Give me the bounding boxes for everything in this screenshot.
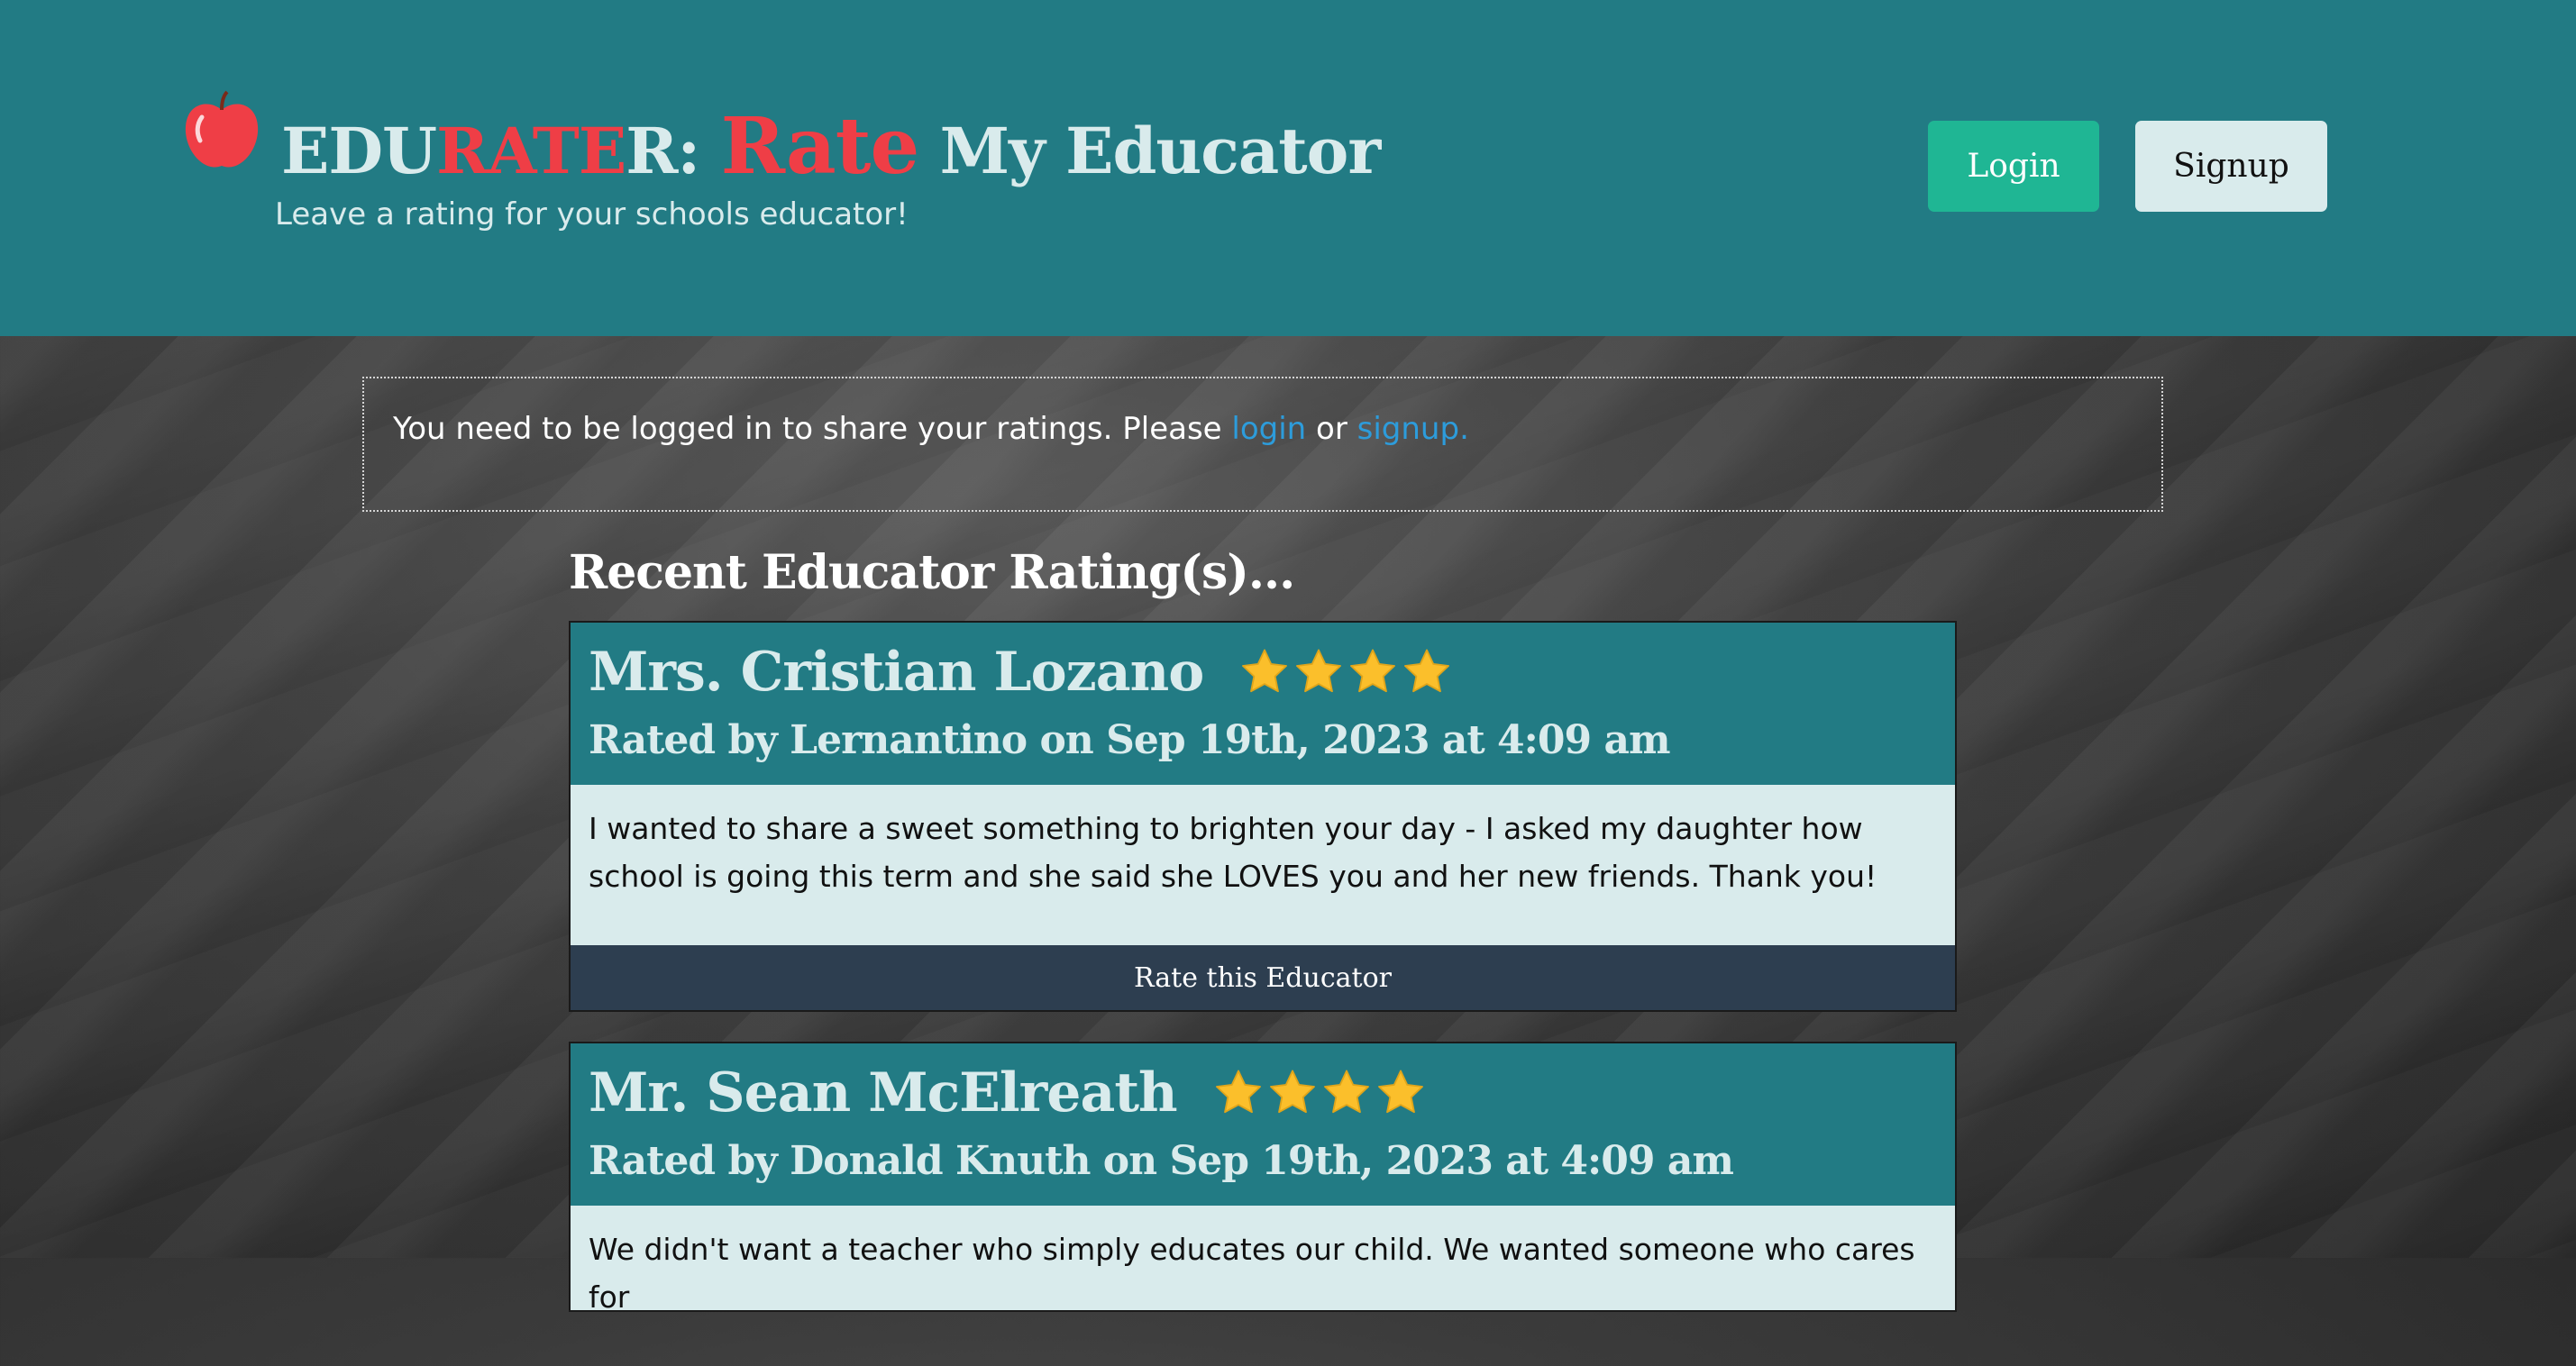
rate-educator-button[interactable]: Rate this Educator bbox=[571, 945, 1955, 1010]
star-rating bbox=[1213, 1068, 1426, 1118]
logo-part-my-educator: My Educator bbox=[918, 114, 1382, 188]
notice-or-text: or bbox=[1306, 411, 1357, 447]
section-title: Recent Educator Rating(s)... bbox=[569, 545, 1295, 600]
educator-name: Mrs. Cristian Lozano bbox=[589, 641, 1204, 704]
signup-button[interactable]: Signup bbox=[2135, 121, 2327, 212]
rated-by-line: Rated by Donald Knuth on Sep 19th, 2023 … bbox=[589, 1138, 1734, 1184]
rating-comment: We didn't want a teacher who simply educ… bbox=[589, 1232, 1915, 1315]
star-icon bbox=[1242, 649, 1288, 693]
star-icon bbox=[1350, 649, 1396, 693]
notice-text: You need to be logged in to share your r… bbox=[393, 411, 1232, 447]
star-icon bbox=[1404, 649, 1450, 693]
rating-card: Mr. Sean McElreath Rated by Donald Knuth… bbox=[569, 1042, 1957, 1315]
rating-comment: I wanted to share a sweet something to b… bbox=[589, 811, 1877, 894]
rated-by-line: Rated by Lernantino on Sep 19th, 2023 at… bbox=[589, 717, 1671, 763]
star-icon bbox=[1377, 1070, 1423, 1114]
star-icon bbox=[1323, 1070, 1369, 1114]
educator-name: Mr. Sean McElreath bbox=[589, 1061, 1178, 1125]
star-icon bbox=[1269, 1070, 1315, 1114]
site-logo[interactable]: EDURATER: Rate My Educator bbox=[281, 101, 1382, 192]
notice-signup-link[interactable]: signup. bbox=[1357, 411, 1469, 447]
logo-part-rate-word: Rate bbox=[720, 101, 920, 192]
star-rating bbox=[1239, 647, 1452, 697]
login-button[interactable]: Login bbox=[1928, 121, 2099, 212]
logo-part-edu: EDU bbox=[281, 114, 437, 188]
rating-card-header: Mrs. Cristian Lozano Rated by Lernantino… bbox=[571, 623, 1955, 785]
rating-card: Mrs. Cristian Lozano Rated by Lernantino… bbox=[569, 621, 1957, 1012]
star-icon bbox=[1296, 649, 1342, 693]
logo-part-rate: RATE bbox=[436, 114, 626, 188]
star-icon bbox=[1215, 1070, 1261, 1114]
notice-login-link[interactable]: login bbox=[1231, 411, 1306, 447]
site-header: EDURATER: Rate My Educator Leave a ratin… bbox=[0, 0, 2576, 336]
logo-part-r: R: bbox=[626, 114, 721, 188]
login-notice: You need to be logged in to share your r… bbox=[362, 377, 2163, 512]
tagline: Leave a rating for your schools educator… bbox=[275, 196, 909, 232]
apple-icon bbox=[185, 90, 259, 168]
rating-card-header: Mr. Sean McElreath Rated by Donald Knuth… bbox=[571, 1043, 1955, 1206]
